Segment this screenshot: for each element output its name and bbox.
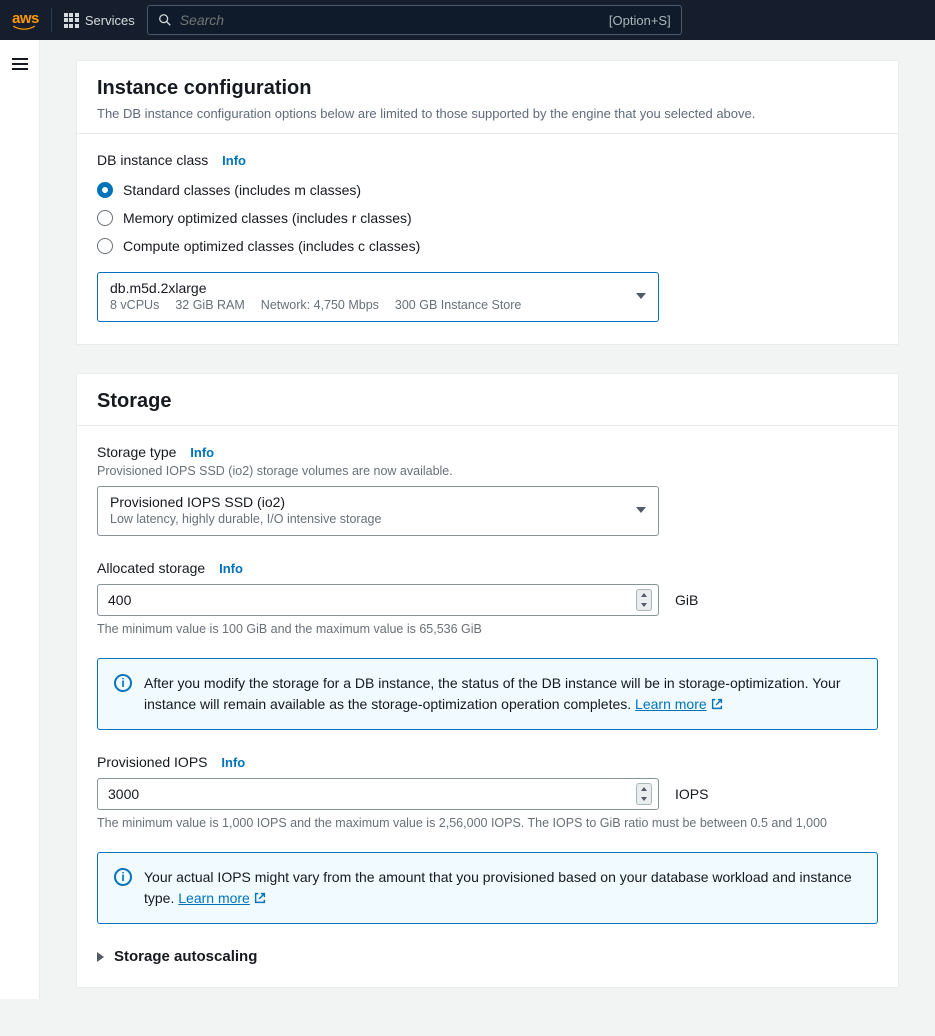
instance-config-body: DB instance class Info Standard classes … [77, 134, 898, 344]
provisioned-iops-label: Provisioned IOPS [97, 754, 208, 770]
external-link-icon [710, 697, 724, 711]
instance-config-header: Instance configuration The DB instance c… [77, 61, 898, 134]
storage-autoscaling-label: Storage autoscaling [114, 948, 257, 965]
radio-standard-label: Standard classes (includes m classes) [123, 182, 361, 198]
radio-icon-checked [97, 182, 113, 198]
search-input[interactable] [180, 12, 601, 28]
storage-header: Storage [77, 374, 898, 426]
storage-type-label: Storage type [97, 444, 176, 460]
radio-memory-label: Memory optimized classes (includes r cla… [123, 210, 412, 226]
allocated-storage-helper: The minimum value is 100 GiB and the max… [97, 622, 878, 636]
search-icon [158, 13, 172, 27]
storage-panel: Storage Storage type Info Provisioned IO… [76, 373, 899, 988]
storage-modify-alert-text: After you modify the storage for a DB in… [144, 673, 861, 715]
main-content: Instance configuration The DB instance c… [40, 40, 935, 1036]
db-instance-class-info[interactable]: Info [222, 153, 246, 168]
storage-type-helper: Provisioned IOPS SSD (io2) storage volum… [97, 464, 878, 478]
hamburger-icon[interactable] [12, 58, 28, 70]
external-link-icon [253, 891, 267, 905]
storage-modify-alert: i After you modify the storage for a DB … [97, 658, 878, 730]
provisioned-iops-input[interactable] [108, 786, 636, 802]
allocated-storage-label: Allocated storage [97, 560, 205, 576]
iops-vary-alert-text: Your actual IOPS might vary from the amo… [144, 867, 861, 909]
search-input-wrap[interactable]: [Option+S] [147, 5, 682, 35]
instance-store: 300 GB Instance Store [395, 298, 521, 312]
grid-icon [64, 13, 79, 28]
radio-compute-label: Compute optimized classes (includes c cl… [123, 238, 420, 254]
alert1-body: After you modify the storage for a DB in… [144, 675, 840, 712]
storage-autoscaling-expander[interactable]: Storage autoscaling [97, 948, 878, 965]
services-button[interactable]: Services [64, 13, 135, 28]
chevron-down-icon [636, 293, 646, 299]
chevron-down-icon [636, 507, 646, 513]
instance-type-specs: 8 vCPUs 32 GiB RAM Network: 4,750 Mbps 3… [110, 298, 521, 312]
instance-vcpu: 8 vCPUs [110, 298, 159, 312]
instance-class-radio-group: Standard classes (includes m classes) Me… [97, 182, 878, 254]
storage-type-sub: Low latency, highly durable, I/O intensi… [110, 512, 381, 526]
allocated-storage-stepper[interactable] [636, 589, 652, 611]
search-shortcut-hint: [Option+S] [609, 13, 671, 28]
provisioned-iops-stepper[interactable] [636, 783, 652, 805]
provisioned-iops-unit: IOPS [675, 786, 708, 802]
instance-type-select[interactable]: db.m5d.2xlarge 8 vCPUs 32 GiB RAM Networ… [97, 272, 659, 322]
allocated-storage-info[interactable]: Info [219, 561, 243, 576]
radio-compute-classes[interactable]: Compute optimized classes (includes c cl… [97, 238, 878, 254]
aws-logo[interactable]: aws [12, 10, 39, 31]
info-icon: i [114, 868, 132, 886]
nav-divider [51, 8, 52, 32]
services-label: Services [85, 13, 135, 28]
info-icon: i [114, 674, 132, 692]
radio-memory-classes[interactable]: Memory optimized classes (includes r cla… [97, 210, 878, 226]
instance-ram: 32 GiB RAM [175, 298, 244, 312]
db-instance-class-label: DB instance class [97, 152, 208, 168]
instance-type-name: db.m5d.2xlarge [110, 280, 521, 296]
caret-right-icon [97, 952, 104, 962]
provisioned-iops-helper: The minimum value is 1,000 IOPS and the … [97, 816, 878, 830]
allocated-storage-input-wrap[interactable] [97, 584, 659, 616]
instance-config-panel: Instance configuration The DB instance c… [76, 60, 899, 345]
storage-type-select[interactable]: Provisioned IOPS SSD (io2) Low latency, … [97, 486, 659, 536]
learn-more-link[interactable]: Learn more [178, 890, 267, 906]
storage-body: Storage type Info Provisioned IOPS SSD (… [77, 426, 898, 987]
allocated-storage-input[interactable] [108, 592, 636, 608]
provisioned-iops-input-wrap[interactable] [97, 778, 659, 810]
provisioned-iops-info[interactable]: Info [221, 755, 245, 770]
storage-type-info[interactable]: Info [190, 445, 214, 460]
allocated-storage-section: Allocated storage Info GiB The minimum v… [97, 560, 878, 730]
radio-icon [97, 238, 113, 254]
provisioned-iops-section: Provisioned IOPS Info IOPS The minimum v… [97, 754, 878, 924]
storage-type-section: Storage type Info Provisioned IOPS SSD (… [97, 444, 878, 536]
radio-icon [97, 210, 113, 226]
storage-type-value: Provisioned IOPS SSD (io2) [110, 494, 381, 510]
instance-config-subtitle: The DB instance configuration options be… [97, 106, 878, 121]
instance-network: Network: 4,750 Mbps [261, 298, 379, 312]
storage-type-sub-text: Low latency, highly durable, I/O intensi… [110, 512, 381, 526]
aws-logo-text: aws [12, 10, 39, 27]
iops-vary-alert: i Your actual IOPS might vary from the a… [97, 852, 878, 924]
instance-config-title: Instance configuration [97, 77, 878, 100]
left-rail [0, 40, 40, 999]
learn-more-link[interactable]: Learn more [635, 696, 724, 712]
top-nav: aws Services [Option+S] [0, 0, 935, 40]
allocated-storage-unit: GiB [675, 592, 698, 608]
storage-title: Storage [97, 390, 878, 413]
radio-standard-classes[interactable]: Standard classes (includes m classes) [97, 182, 878, 198]
